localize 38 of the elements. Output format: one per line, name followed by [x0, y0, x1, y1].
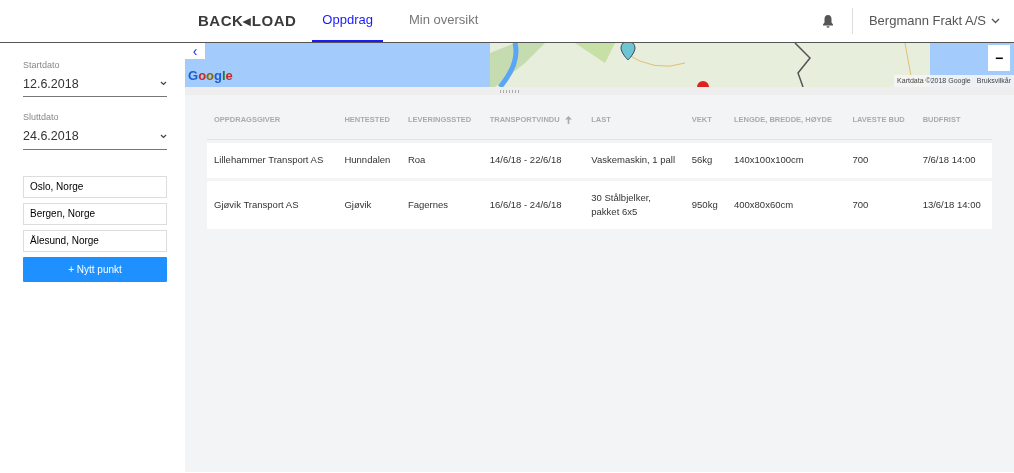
date-select[interactable]: 24.6.2018: [23, 124, 167, 150]
table-cell: 7/6/18 14:00: [915, 143, 992, 178]
drag-handle-icon[interactable]: [499, 90, 520, 93]
table-cell: 16/6/18 - 24/6/18: [482, 180, 585, 229]
chevron-down-icon: [991, 18, 1000, 24]
field-label: Sluttdato: [23, 111, 60, 125]
google-logo: Google: [188, 66, 233, 85]
location-field[interactable]: Bergen, Norge: [23, 202, 167, 225]
table-cell: Gjøvik: [337, 180, 401, 229]
table-cell: Vaskemaskin, 1 pall: [584, 143, 685, 178]
location-field[interactable]: Ålesund, Norge: [23, 229, 167, 252]
chevron-down-icon: [160, 133, 167, 139]
sort-arrow-icon: [564, 116, 572, 124]
table-cell: 30 Stålbjelker, pakket 6x5: [584, 180, 685, 229]
table-cell: 13/6/18 14:00: [915, 180, 992, 229]
chevron-down-icon: [160, 81, 167, 87]
table-cell: Gjøvik Transport AS: [207, 180, 338, 229]
add-point-button[interactable]: + Nytt punkt: [23, 256, 167, 282]
table-cell: 700: [845, 143, 916, 178]
table-cell: Lillehammer Transport AS: [207, 143, 338, 178]
zoom-out-button[interactable]: −: [988, 45, 1010, 71]
table-cell: 14/6/18 - 22/6/18: [482, 143, 585, 178]
nav-tab[interactable]: Min oversikt: [398, 0, 489, 42]
collapse-button[interactable]: ‹: [185, 43, 205, 59]
account-menu[interactable]: Bergmann Frakt A/S: [851, 8, 1014, 34]
field-label: Startdato: [23, 59, 61, 72]
table-cell: 700: [845, 180, 916, 229]
bell-icon[interactable]: [821, 14, 834, 28]
table-cell: Roa: [400, 143, 483, 178]
date-select[interactable]: 12.6.2018: [23, 72, 167, 98]
table-cell: 56kg: [684, 143, 727, 178]
brand-logo: BACK◂LOAD: [198, 10, 297, 31]
table-cell: Fagernes: [400, 180, 483, 229]
table-cell: 400x80x60cm: [727, 180, 846, 229]
location-field[interactable]: Oslo, Norge: [23, 175, 167, 198]
table-cell: Hunndalen: [337, 143, 401, 178]
table-cell: 950kg: [684, 180, 727, 229]
table-cell: 140x100x100cm: [727, 143, 846, 178]
